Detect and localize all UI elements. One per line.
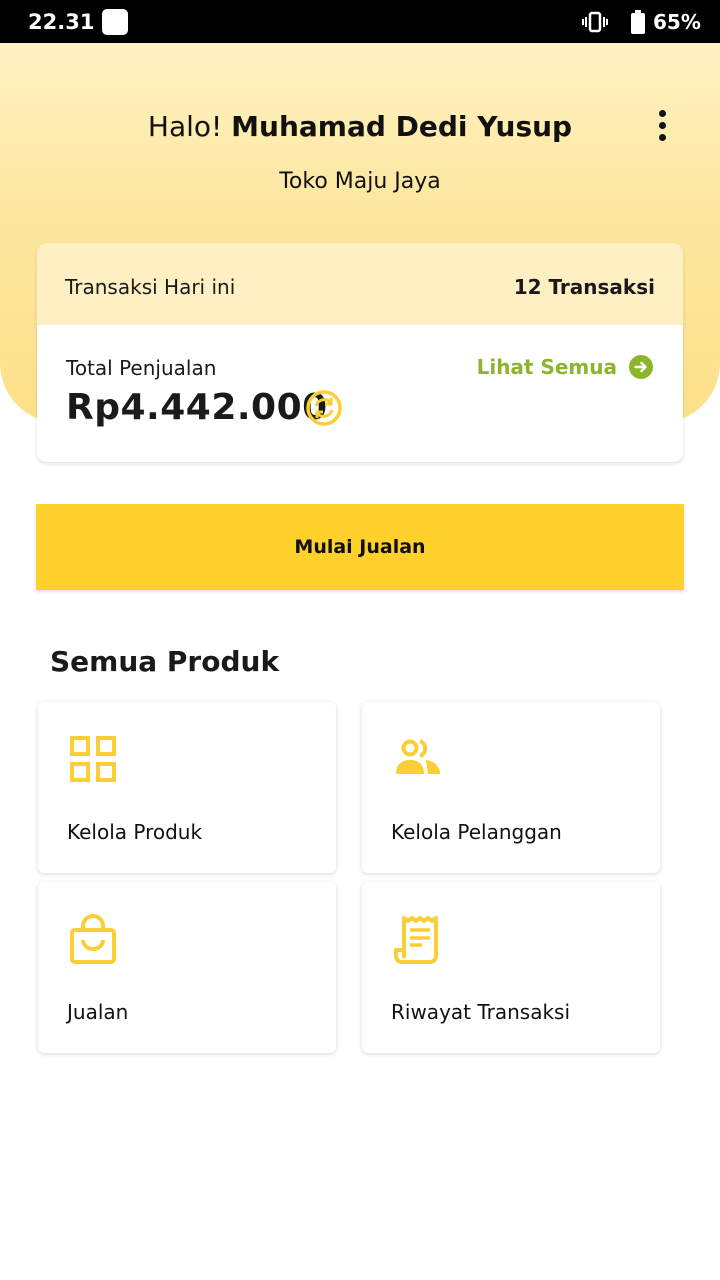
tile-transaction-history[interactable]: Riwayat Transaksi [362, 882, 660, 1053]
transactions-count: 12 Transaksi [513, 275, 655, 299]
section-title: Semua Produk [50, 645, 280, 678]
receipt-icon [394, 916, 438, 964]
tile-label: Jualan [67, 1000, 129, 1024]
total-sales-value: Rp4.442.000 [66, 387, 328, 428]
tile-label: Kelola Produk [67, 820, 203, 844]
notification-icon [102, 9, 128, 35]
user-name: Muhamad Dedi Yusup [231, 110, 573, 143]
shopping-bag-icon [70, 914, 116, 964]
refresh-icon[interactable] [305, 389, 343, 427]
kebab-dot [658, 110, 666, 117]
transactions-label: Transaksi Hari ini [65, 275, 236, 299]
more-options-button[interactable] [646, 110, 678, 146]
greeting: Halo! Muhamad Dedi Yusup [0, 110, 720, 143]
users-icon [396, 739, 440, 774]
kebab-dot [658, 134, 666, 141]
total-sales-label: Total Penjualan [66, 356, 217, 380]
greeting-prefix: Halo! [147, 110, 223, 143]
status-bar: 22.31 65% [0, 0, 720, 43]
start-selling-button[interactable]: Mulai Jualan [36, 504, 684, 590]
tile-selling[interactable]: Jualan [38, 882, 336, 1053]
battery-percent: 65% [653, 10, 701, 34]
today-transactions-bar: Transaksi Hari ini 12 Transaksi [37, 243, 683, 325]
tile-label: Kelola Pelanggan [391, 820, 562, 844]
kebab-dot [658, 122, 666, 129]
grid-icon [70, 736, 116, 782]
store-name: Toko Maju Jaya [279, 169, 441, 194]
battery-icon [631, 10, 645, 34]
see-all-label: Lihat Semua [476, 355, 617, 379]
sales-summary-card: Transaksi Hari ini 12 Transaksi Total Pe… [37, 243, 683, 462]
tile-manage-products[interactable]: Kelola Produk [38, 702, 336, 873]
see-all-link[interactable]: Lihat Semua [477, 355, 653, 379]
vibrate-icon [582, 11, 608, 33]
arrow-right-circle-icon [629, 355, 653, 379]
tile-manage-customers[interactable]: Kelola Pelanggan [362, 702, 660, 873]
tile-label: Riwayat Transaksi [391, 1000, 571, 1024]
status-time: 22.31 [28, 10, 95, 34]
